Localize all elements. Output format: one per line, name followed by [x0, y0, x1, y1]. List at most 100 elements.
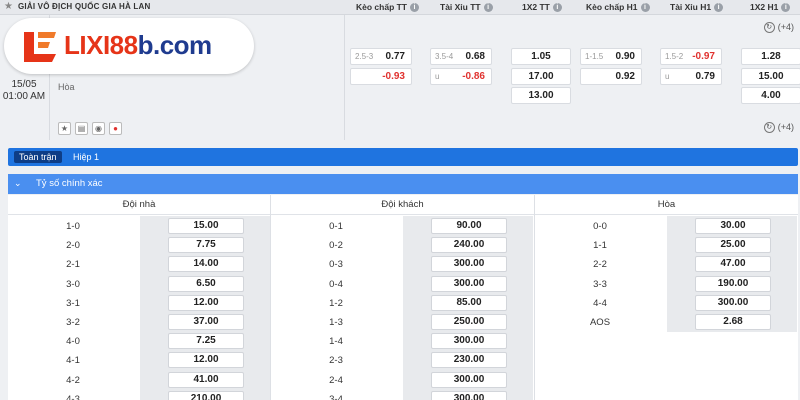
score-label: 4-3	[66, 393, 80, 400]
table-header-draw: Hòa	[535, 195, 798, 215]
score-odds-button[interactable]: 14.00	[168, 256, 244, 273]
score-label: 1-2	[329, 297, 343, 309]
score-odds-button[interactable]: 12.00	[168, 352, 244, 369]
score-odds-button[interactable]: 25.00	[695, 237, 771, 254]
score-odds-button[interactable]: 300.00	[431, 256, 507, 273]
league-title: GIẢI VÔ ĐỊCH QUỐC GIA HÀ LAN	[18, 2, 151, 11]
odds-cell-hcp-h1-home[interactable]: 1-1.5 0.90	[580, 48, 642, 65]
score-odds-button[interactable]: 7.25	[168, 333, 244, 350]
info-icon[interactable]: i	[781, 3, 791, 13]
col-header-hcp-tt: Kèo chấp TT i	[356, 2, 420, 13]
score-odds-button[interactable]: 300.00	[431, 275, 507, 292]
score-odds-button[interactable]: 210.00	[168, 390, 244, 400]
odds-cell-hcp-tt-home[interactable]: 2.5-3 0.77	[350, 48, 412, 65]
live-icon[interactable]: ●	[109, 122, 122, 135]
draw-label: Hòa	[58, 82, 75, 92]
score-odds-button[interactable]: 250.00	[431, 314, 507, 330]
refresh-icon[interactable]: ↻	[763, 22, 775, 34]
score-label: 1-1	[593, 240, 607, 252]
score-odds-button[interactable]: 300.00	[431, 333, 507, 350]
col-header-ou-tt: Tài Xỉu TT i	[440, 2, 493, 13]
score-label: 2-4	[329, 374, 343, 386]
info-icon[interactable]: i	[552, 3, 562, 13]
score-odds-button[interactable]: 37.00	[168, 314, 244, 330]
score-row-home: 4-0 7.25	[8, 331, 270, 352]
score-label: 0-3	[329, 259, 343, 271]
info-icon[interactable]: i	[714, 3, 724, 13]
score-label: 2-1	[66, 259, 80, 271]
score-row-home: 2-1 14.00	[8, 254, 270, 275]
odds-cell-ou-h1-under[interactable]: u 0.79	[660, 68, 722, 85]
score-row-away: 2-3 230.00	[271, 350, 533, 371]
odds-cell-1x2-tt-x[interactable]: 13.00	[511, 87, 571, 104]
score-odds-button[interactable]: 300.00	[695, 294, 771, 311]
score-odds-button[interactable]: 90.00	[431, 218, 507, 234]
score-row-away: 0-2 240.00	[271, 235, 533, 256]
correct-score-section-header[interactable]: ⌄ Tỷ số chính xác	[8, 174, 798, 194]
odds-cell-ou-tt-over[interactable]: 3.5-4 0.68	[430, 48, 492, 65]
score-row-draw: AOS 2.68	[535, 312, 797, 332]
star-icon[interactable]: ★	[58, 122, 71, 135]
logo-mark-icon	[24, 32, 56, 62]
info-icon[interactable]: i	[483, 3, 493, 13]
score-row-away: 0-4 300.00	[271, 273, 533, 294]
col-header-hcp-h1: Kèo chấp H1 i	[586, 2, 650, 13]
score-odds-button[interactable]: 30.00	[695, 218, 771, 234]
odds-cell-1x2-tt-1[interactable]: 1.05	[511, 48, 571, 65]
odds-cell-hcp-tt-away[interactable]: -0.93	[350, 68, 412, 85]
odds-cell-1x2-h1-1[interactable]: 1.28	[741, 48, 800, 65]
odds-cell-1x2-tt-2[interactable]: 17.00	[511, 68, 571, 85]
score-row-draw: 0-0 30.00	[535, 216, 797, 236]
score-odds-button[interactable]: 12.00	[168, 294, 244, 311]
score-odds-button[interactable]: 85.00	[431, 294, 507, 311]
score-label: 3-0	[66, 278, 80, 290]
eye-icon[interactable]: ◉	[92, 122, 105, 135]
score-odds-button[interactable]: 41.00	[168, 371, 244, 388]
brand-logo: LIXI88b.com	[4, 18, 254, 74]
score-row-home: 3-2 37.00	[8, 312, 270, 332]
score-row-away: 0-3 300.00	[271, 254, 533, 275]
score-label: 2-0	[66, 240, 80, 252]
score-row-away: 3-4 300.00	[271, 388, 533, 400]
score-label: 2-2	[593, 259, 607, 271]
score-row-home: 2-0 7.75	[8, 235, 270, 256]
score-row-away: 2-4 300.00	[271, 369, 533, 390]
score-label: 3-4	[329, 393, 343, 400]
info-icon[interactable]: i	[410, 3, 420, 13]
odds-cell-ou-h1-over[interactable]: 1.5-2 -0.97	[660, 48, 722, 65]
score-label: 3-3	[593, 278, 607, 290]
odds-cell-hcp-h1-away[interactable]: 0.92	[580, 68, 642, 85]
tab-first-half[interactable]: Hiệp 1	[68, 151, 104, 163]
match-time: 01:00 AM	[2, 91, 46, 102]
score-label: 2-3	[329, 355, 343, 367]
odds-cell-1x2-h1-2[interactable]: 15.00	[741, 68, 800, 85]
score-label: 0-0	[593, 221, 607, 232]
refresh-icon[interactable]: ↻	[763, 122, 775, 134]
score-odds-button[interactable]: 230.00	[431, 352, 507, 369]
score-row-home: 3-1 12.00	[8, 292, 270, 313]
more-markets-bottom[interactable]: ↻ (+4)	[763, 122, 794, 134]
col-header-1x2-h1: 1X2 H1 i	[750, 2, 791, 13]
match-datetime: 15/05 01:00 AM	[0, 79, 48, 103]
score-label: 0-1	[329, 221, 343, 232]
tab-full-match[interactable]: Toàn trận	[14, 151, 62, 163]
score-row-home: 3-0 6.50	[8, 273, 270, 294]
score-odds-button[interactable]: 240.00	[431, 237, 507, 254]
odds-cell-ou-tt-under[interactable]: u -0.86	[430, 68, 492, 85]
favorite-star-icon[interactable]: ★	[4, 1, 13, 12]
score-odds-button[interactable]: 47.00	[695, 256, 771, 273]
stats-icon[interactable]: ▤	[75, 122, 88, 135]
score-odds-button[interactable]: 300.00	[431, 371, 507, 388]
info-icon[interactable]: i	[640, 3, 650, 13]
table-header-away: Đội khách	[271, 195, 534, 215]
score-odds-button[interactable]: 2.68	[695, 314, 771, 330]
more-markets-top[interactable]: ↻ (+4)	[763, 22, 794, 34]
score-odds-button[interactable]: 7.75	[168, 237, 244, 254]
score-odds-button[interactable]: 6.50	[168, 275, 244, 292]
score-odds-button[interactable]: 190.00	[695, 275, 771, 292]
score-odds-button[interactable]: 300.00	[431, 390, 507, 400]
score-label: 4-1	[66, 355, 80, 367]
score-odds-button[interactable]: 15.00	[168, 218, 244, 234]
odds-cell-1x2-h1-x[interactable]: 4.00	[741, 87, 800, 104]
chevron-down-icon[interactable]: ⌄	[14, 178, 22, 189]
